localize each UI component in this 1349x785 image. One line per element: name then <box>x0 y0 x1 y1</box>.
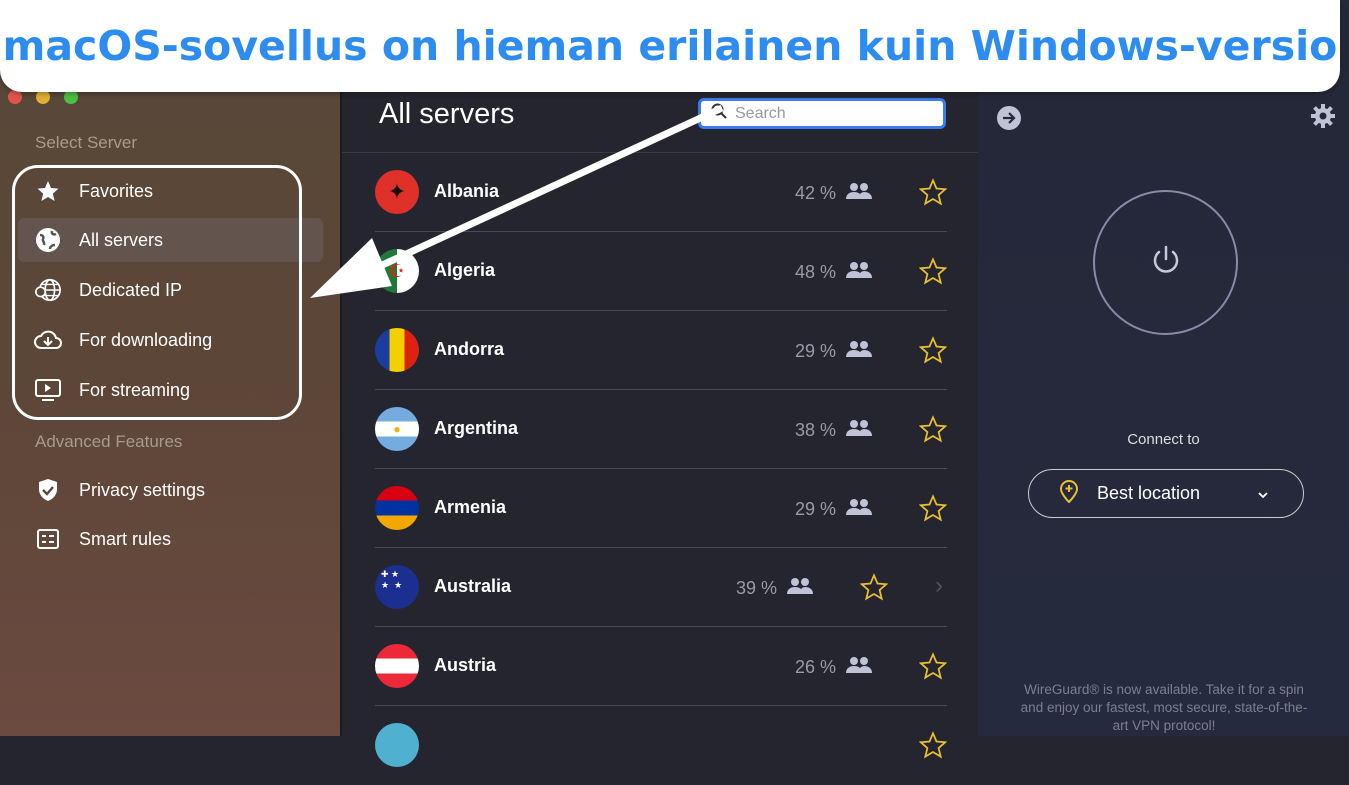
rules-icon <box>34 529 62 549</box>
country-flag-icon <box>375 723 419 767</box>
favorite-star-icon[interactable] <box>918 415 948 443</box>
server-row[interactable]: ☪ Algeria 48 % <box>375 232 948 311</box>
server-load: 29 % <box>795 340 873 363</box>
country-name: Austria <box>434 655 497 675</box>
server-list-panel: All servers Search ✦ Albania 42 % ☪ Alge… <box>340 0 980 767</box>
gear-icon[interactable] <box>1310 103 1336 134</box>
search-input[interactable]: Search <box>698 98 946 129</box>
favorite-star-icon[interactable] <box>918 652 948 680</box>
users-icon <box>846 419 873 442</box>
power-icon <box>1149 243 1183 282</box>
load-value: 42 % <box>795 183 837 203</box>
page-title: All servers <box>379 98 515 130</box>
load-value: 26 % <box>795 657 837 677</box>
country-name: Andorra <box>434 339 505 359</box>
minimize-window-button[interactable] <box>36 90 50 104</box>
location-value: Best location <box>1097 483 1201 503</box>
server-load: 26 % <box>795 656 873 679</box>
favorite-star-icon[interactable] <box>918 178 948 206</box>
favorite-star-icon[interactable] <box>918 257 948 285</box>
users-icon <box>846 498 873 521</box>
search-icon <box>711 103 727 124</box>
country-name: Albania <box>434 181 500 201</box>
country-name: Australia <box>434 576 512 596</box>
favorite-star-icon[interactable] <box>918 494 948 522</box>
country-flag-icon <box>375 486 419 530</box>
country-flag-icon: ✚ ★ ★ ★ <box>375 565 419 609</box>
annotation-banner: macOS-sovellus on hieman erilainen kuin … <box>0 0 1340 92</box>
location-pin-icon <box>1059 479 1079 508</box>
shield-check-icon <box>34 478 62 502</box>
server-load: 29 % <box>795 498 873 521</box>
country-flag-icon <box>375 644 419 688</box>
load-value: 29 % <box>795 341 837 361</box>
server-row[interactable]: Armenia 29 % <box>375 469 948 548</box>
server-row[interactable]: ● Argentina 38 % <box>375 390 948 469</box>
country-name: Algeria <box>434 260 496 280</box>
section-heading-select-server: Select Server <box>35 133 138 152</box>
chevron-down-icon <box>1257 484 1269 505</box>
country-name: Armenia <box>434 497 507 517</box>
server-row[interactable]: Austria 26 % <box>375 627 948 706</box>
sidebar-item-label: Privacy settings <box>79 479 206 500</box>
favorite-star-icon[interactable] <box>918 336 948 364</box>
arrow-right-circle-icon[interactable] <box>996 105 1022 136</box>
connection-panel: Connect to Best location WireGuard® is n… <box>978 0 1349 736</box>
server-row[interactable] <box>375 706 948 785</box>
server-load: 38 % <box>795 419 873 442</box>
server-load: 42 % <box>795 182 873 205</box>
country-name: Argentina <box>434 418 519 438</box>
users-icon <box>846 261 873 284</box>
country-flag-icon: ☪ <box>375 249 419 293</box>
server-load: 48 % <box>795 261 873 284</box>
users-icon <box>787 577 814 600</box>
server-row[interactable]: ✚ ★ ★ ★ Australia 39 % › <box>375 548 947 627</box>
wireguard-promo-text: WireGuard® is now available. Take it for… <box>1020 682 1308 733</box>
country-flag-icon <box>375 328 419 372</box>
sidebar-item-privacy-settings[interactable]: Privacy settings <box>18 468 323 512</box>
section-heading-advanced-features: Advanced Features <box>35 432 183 451</box>
users-icon <box>846 182 873 205</box>
connect-to-label: Connect to <box>1127 431 1200 448</box>
favorite-star-icon[interactable] <box>859 573 889 601</box>
search-placeholder: Search <box>735 104 786 122</box>
country-flag-icon: ● <box>375 407 419 451</box>
country-flag-icon: ✦ <box>375 170 419 214</box>
users-icon <box>846 340 873 363</box>
load-value: 48 % <box>795 262 837 282</box>
maximize-window-button[interactable] <box>64 90 78 104</box>
power-button[interactable] <box>1093 190 1238 335</box>
location-select[interactable]: Best location <box>1028 469 1304 518</box>
sidebar-item-label: Smart rules <box>79 528 172 549</box>
chevron-right-icon[interactable]: › <box>935 572 943 600</box>
highlight-annotation <box>12 165 302 420</box>
users-icon <box>846 656 873 679</box>
server-row[interactable]: Andorra 29 % <box>375 311 948 390</box>
load-value: 39 % <box>736 578 778 598</box>
favorite-star-icon[interactable] <box>918 731 948 759</box>
server-load: 39 % <box>736 577 814 600</box>
sidebar-item-smart-rules[interactable]: Smart rules <box>18 517 323 561</box>
server-row[interactable]: ✦ Albania 42 % <box>375 153 948 232</box>
load-value: 29 % <box>795 499 837 519</box>
sidebar: Select Server Favorites All servers Dedi… <box>0 0 340 736</box>
load-value: 38 % <box>795 420 837 440</box>
close-window-button[interactable] <box>8 90 22 104</box>
